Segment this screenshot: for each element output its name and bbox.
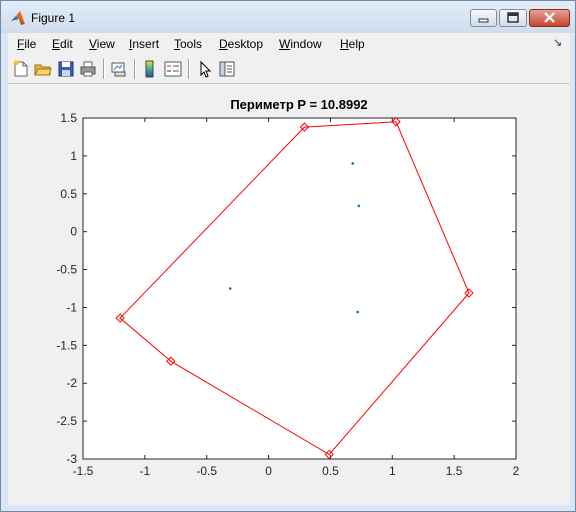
menu-edit[interactable]: Edit [52,37,73,51]
toolbar-separator [188,59,190,79]
menu-view[interactable]: View [89,37,115,51]
colorbar-icon[interactable] [141,60,159,78]
window-border [1,505,575,511]
axes-box [82,117,517,460]
title-bar[interactable]: Figure 1 [1,1,575,33]
y-tick-label: -1 [66,300,77,314]
toolbar-separator [134,59,136,79]
y-tick-label: 0 [70,225,77,239]
y-tick-label: 1.5 [60,111,77,125]
open-file-icon[interactable] [34,60,52,78]
x-tick-label: 1 [389,464,396,478]
matlab-logo-icon [11,11,25,25]
chart-title: Периметр P = 10.8992 [230,97,367,112]
plot-area[interactable]: Периметр P = 10.8992 -1.5 -1 -0.5 0 0.5 1 1.5 2… [8,84,570,505]
window-title: Figure 1 [31,11,76,25]
legend-icon[interactable] [164,60,182,78]
y-tick-label: -3 [66,452,77,466]
figure-window: Figure 1 File Edit View Insert Tools Des… [0,0,576,512]
minimize-button[interactable] [470,9,497,27]
maximize-button[interactable] [499,9,527,27]
interior-point [356,310,359,314]
toolbar [8,55,570,84]
minimize-icon [478,18,489,23]
close-icon [544,12,555,23]
menu-desktop[interactable]: Desktop [219,37,263,51]
menu-window[interactable]: Window [279,37,322,51]
link-plot-icon[interactable] [110,60,128,78]
interior-point [357,204,361,208]
y-tick-label: -2.5 [56,414,77,428]
menu-help[interactable]: Help [340,37,365,51]
x-tick-label: -0.5 [196,464,217,478]
x-tick-label: -1 [140,464,151,478]
new-figure-icon[interactable] [12,60,30,78]
menu-bar: File Edit View Insert Tools Desktop Wind… [8,33,570,55]
y-tick-label: -0.5 [56,263,77,277]
close-button[interactable] [529,9,570,27]
x-tick-label: 0.5 [322,464,339,478]
interior-point [228,287,232,290]
x-tick-label: 0 [265,464,272,478]
y-tick-label: -2 [66,376,77,390]
y-tick-label: 1 [70,149,77,163]
edit-plot-arrow-icon[interactable] [196,60,214,78]
menu-insert[interactable]: Insert [129,37,159,51]
interior-point [351,162,354,165]
y-tick-label: 0.5 [60,187,77,201]
figure-canvas: Периметр P = 10.8992 -1.5 -1 -0.5 0 0.5 1 1.5 2… [8,84,570,505]
menu-file[interactable]: File [17,37,36,51]
x-tick-label: 1.5 [446,464,463,478]
print-icon[interactable] [79,60,97,78]
save-icon[interactable] [57,60,75,78]
toolbar-separator [103,59,105,79]
x-tick-label: 2 [513,464,520,478]
x-tick-label: -1.5 [73,464,94,478]
maximize-icon [507,12,519,23]
property-inspector-icon[interactable] [218,60,236,78]
dock-arrow-icon[interactable]: ↘ [553,36,562,49]
y-tick-label: -1.5 [56,338,77,352]
menu-tools[interactable]: Tools [174,37,202,51]
